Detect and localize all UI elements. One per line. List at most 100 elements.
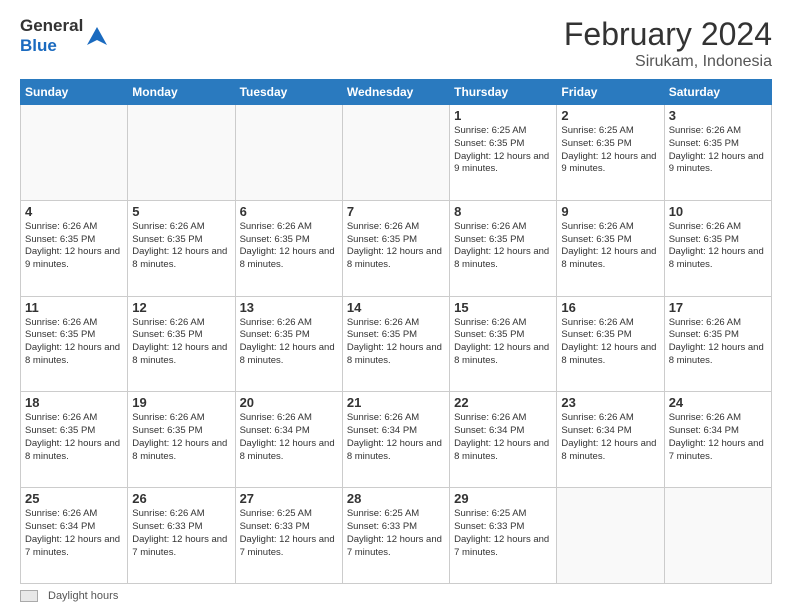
calendar-cell: 20 Sunrise: 6:26 AM Sunset: 6:34 PM Dayli… xyxy=(235,392,342,488)
day-info: Sunrise: 6:26 AM Sunset: 6:35 PM Dayligh… xyxy=(454,221,552,272)
calendar-cell: 17 Sunrise: 6:26 AM Sunset: 6:35 PM Dayli… xyxy=(664,296,771,392)
calendar-cell: 6 Sunrise: 6:26 AM Sunset: 6:35 PM Daylig… xyxy=(235,200,342,296)
header: General Blue February 2024 Sirukam, Indo… xyxy=(20,16,772,71)
calendar-cell: 9 Sunrise: 6:26 AM Sunset: 6:35 PM Daylig… xyxy=(557,200,664,296)
logo: General Blue xyxy=(20,16,107,55)
day-info: Sunrise: 6:26 AM Sunset: 6:35 PM Dayligh… xyxy=(669,317,767,368)
logo-blue-text: Blue xyxy=(20,36,83,56)
day-number: 12 xyxy=(132,300,230,315)
calendar-cell: 10 Sunrise: 6:26 AM Sunset: 6:35 PM Dayli… xyxy=(664,200,771,296)
calendar-cell xyxy=(557,488,664,584)
day-number: 1 xyxy=(454,108,552,123)
day-number: 2 xyxy=(561,108,659,123)
day-number: 17 xyxy=(669,300,767,315)
calendar-week-1: 1 Sunrise: 6:25 AM Sunset: 6:35 PM Daylig… xyxy=(21,105,772,201)
day-number: 26 xyxy=(132,491,230,506)
day-info: Sunrise: 6:26 AM Sunset: 6:35 PM Dayligh… xyxy=(454,317,552,368)
calendar-cell: 15 Sunrise: 6:26 AM Sunset: 6:35 PM Dayli… xyxy=(450,296,557,392)
calendar-cell: 29 Sunrise: 6:25 AM Sunset: 6:33 PM Dayli… xyxy=(450,488,557,584)
calendar-cell: 26 Sunrise: 6:26 AM Sunset: 6:33 PM Dayli… xyxy=(128,488,235,584)
day-info: Sunrise: 6:26 AM Sunset: 6:34 PM Dayligh… xyxy=(240,412,338,463)
calendar-cell xyxy=(664,488,771,584)
location-title: Sirukam, Indonesia xyxy=(564,53,772,71)
day-number: 4 xyxy=(25,204,123,219)
day-info: Sunrise: 6:26 AM Sunset: 6:35 PM Dayligh… xyxy=(240,317,338,368)
calendar-header-monday: Monday xyxy=(128,80,235,105)
calendar-header-friday: Friday xyxy=(557,80,664,105)
calendar-cell: 12Sunrise: 6:26 AM Sunset: 6:35 PM Dayli… xyxy=(128,296,235,392)
calendar-cell: 14 Sunrise: 6:26 AM Sunset: 6:35 PM Dayli… xyxy=(342,296,449,392)
day-info: Sunrise: 6:25 AM Sunset: 6:33 PM Dayligh… xyxy=(454,508,552,559)
page: General Blue February 2024 Sirukam, Indo… xyxy=(0,0,792,612)
calendar-cell: 21Sunrise: 6:26 AM Sunset: 6:34 PM Dayli… xyxy=(342,392,449,488)
calendar-table: SundayMondayTuesdayWednesdayThursdayFrid… xyxy=(20,79,772,584)
calendar-cell: 2Sunrise: 6:25 AM Sunset: 6:35 PM Daylig… xyxy=(557,105,664,201)
day-info: Sunrise: 6:26 AM Sunset: 6:35 PM Dayligh… xyxy=(25,221,123,272)
calendar-cell: 11Sunrise: 6:26 AM Sunset: 6:35 PM Dayli… xyxy=(21,296,128,392)
daylight-swatch xyxy=(20,590,38,602)
calendar-header-tuesday: Tuesday xyxy=(235,80,342,105)
day-number: 16 xyxy=(561,300,659,315)
day-info: Sunrise: 6:26 AM Sunset: 6:35 PM Dayligh… xyxy=(132,221,230,272)
day-number: 28 xyxy=(347,491,445,506)
calendar-cell: 25 Sunrise: 6:26 AM Sunset: 6:34 PM Dayli… xyxy=(21,488,128,584)
calendar-header-thursday: Thursday xyxy=(450,80,557,105)
day-number: 13 xyxy=(240,300,338,315)
calendar-cell xyxy=(342,105,449,201)
month-title: February 2024 xyxy=(564,16,772,53)
calendar-cell: 16Sunrise: 6:26 AM Sunset: 6:35 PM Dayli… xyxy=(557,296,664,392)
day-info: Sunrise: 6:26 AM Sunset: 6:35 PM Dayligh… xyxy=(240,221,338,272)
day-number: 7 xyxy=(347,204,445,219)
day-number: 21 xyxy=(347,395,445,410)
day-number: 25 xyxy=(25,491,123,506)
day-info: Sunrise: 6:26 AM Sunset: 6:35 PM Dayligh… xyxy=(132,412,230,463)
day-info: Sunrise: 6:25 AM Sunset: 6:33 PM Dayligh… xyxy=(240,508,338,559)
calendar-header-sunday: Sunday xyxy=(21,80,128,105)
day-number: 6 xyxy=(240,204,338,219)
calendar-cell: 5 Sunrise: 6:26 AM Sunset: 6:35 PM Daylig… xyxy=(128,200,235,296)
day-info: Sunrise: 6:26 AM Sunset: 6:35 PM Dayligh… xyxy=(669,221,767,272)
calendar-cell: 4 Sunrise: 6:26 AM Sunset: 6:35 PM Daylig… xyxy=(21,200,128,296)
calendar-header-saturday: Saturday xyxy=(664,80,771,105)
day-number: 27 xyxy=(240,491,338,506)
day-info: Sunrise: 6:26 AM Sunset: 6:33 PM Dayligh… xyxy=(132,508,230,559)
day-number: 11 xyxy=(25,300,123,315)
day-info: Sunrise: 6:25 AM Sunset: 6:35 PM Dayligh… xyxy=(454,125,552,176)
calendar-cell: 27 Sunrise: 6:25 AM Sunset: 6:33 PM Dayli… xyxy=(235,488,342,584)
day-number: 3 xyxy=(669,108,767,123)
day-number: 9 xyxy=(561,204,659,219)
calendar-header-wednesday: Wednesday xyxy=(342,80,449,105)
day-info: Sunrise: 6:26 AM Sunset: 6:34 PM Dayligh… xyxy=(454,412,552,463)
title-area: February 2024 Sirukam, Indonesia xyxy=(564,16,772,71)
calendar-cell: 22Sunrise: 6:26 AM Sunset: 6:34 PM Dayli… xyxy=(450,392,557,488)
day-info: Sunrise: 6:26 AM Sunset: 6:34 PM Dayligh… xyxy=(25,508,123,559)
calendar-cell: 18 Sunrise: 6:26 AM Sunset: 6:35 PM Dayli… xyxy=(21,392,128,488)
day-number: 10 xyxy=(669,204,767,219)
calendar-cell xyxy=(21,105,128,201)
day-number: 14 xyxy=(347,300,445,315)
calendar-cell: 13 Sunrise: 6:26 AM Sunset: 6:35 PM Dayli… xyxy=(235,296,342,392)
day-number: 20 xyxy=(240,395,338,410)
calendar-cell xyxy=(128,105,235,201)
day-number: 18 xyxy=(25,395,123,410)
day-info: Sunrise: 6:26 AM Sunset: 6:35 PM Dayligh… xyxy=(347,317,445,368)
day-info: Sunrise: 6:26 AM Sunset: 6:35 PM Dayligh… xyxy=(25,412,123,463)
day-number: 23 xyxy=(561,395,659,410)
day-info: Sunrise: 6:26 AM Sunset: 6:34 PM Dayligh… xyxy=(561,412,659,463)
calendar-header-row: SundayMondayTuesdayWednesdayThursdayFrid… xyxy=(21,80,772,105)
day-info: Sunrise: 6:26 AM Sunset: 6:35 PM Dayligh… xyxy=(561,221,659,272)
calendar-week-2: 4 Sunrise: 6:26 AM Sunset: 6:35 PM Daylig… xyxy=(21,200,772,296)
logo-arrow-icon xyxy=(85,25,107,47)
calendar-cell: 8 Sunrise: 6:26 AM Sunset: 6:35 PM Daylig… xyxy=(450,200,557,296)
calendar-cell: 23 Sunrise: 6:26 AM Sunset: 6:34 PM Dayli… xyxy=(557,392,664,488)
day-number: 15 xyxy=(454,300,552,315)
day-number: 24 xyxy=(669,395,767,410)
day-number: 19 xyxy=(132,395,230,410)
logo-general-text: General xyxy=(20,16,83,36)
day-number: 29 xyxy=(454,491,552,506)
calendar-cell: 28 Sunrise: 6:25 AM Sunset: 6:33 PM Dayli… xyxy=(342,488,449,584)
day-number: 5 xyxy=(132,204,230,219)
day-info: Sunrise: 6:26 AM Sunset: 6:35 PM Dayligh… xyxy=(347,221,445,272)
day-number: 8 xyxy=(454,204,552,219)
day-info: Sunrise: 6:25 AM Sunset: 6:33 PM Dayligh… xyxy=(347,508,445,559)
